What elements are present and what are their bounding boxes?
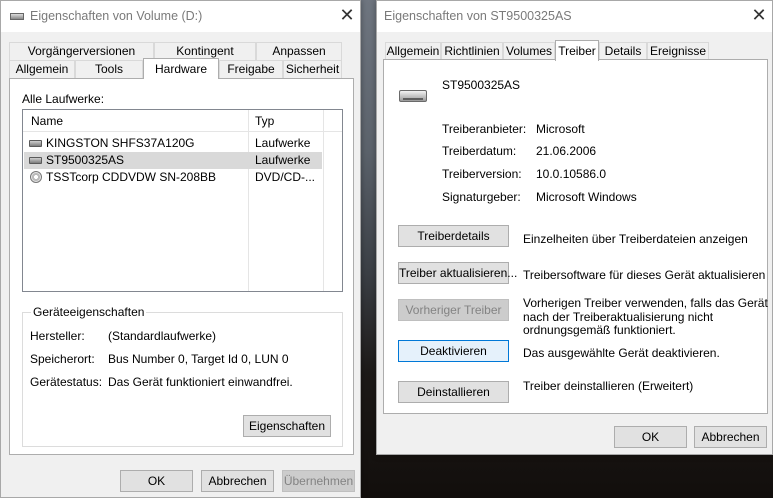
manufacturer-label: Hersteller: (30, 329, 85, 343)
drive-row-tsstcorp[interactable]: TSSTcorp CDDVDW SN-208BB DVD/CD-... (24, 169, 322, 186)
ok-button[interactable]: OK (120, 470, 193, 492)
apply-button[interactable]: Übernehmen (282, 470, 355, 492)
drive-type: Laufwerke (255, 153, 311, 167)
update-driver-desc: Treibersoftware für dieses Gerät aktuali… (523, 268, 766, 282)
column-name[interactable]: Name (25, 110, 63, 132)
close-icon[interactable]: ✕ (336, 5, 358, 27)
driver-provider-value: Microsoft (536, 122, 585, 136)
location-label: Speicherort: (30, 352, 95, 366)
device-name: ST9500325AS (442, 78, 521, 92)
tab-driver[interactable]: Treiber (555, 40, 599, 61)
tab-details[interactable]: Details (599, 42, 647, 60)
device-properties-group: Geräteeigenschaften Hersteller: (Standar… (22, 305, 343, 447)
tab-volumes[interactable]: Volumes (503, 42, 555, 60)
title-bar[interactable]: Eigenschaften von Volume (D:) ✕ (1, 1, 360, 32)
signer-label: Signaturgeber: (442, 190, 521, 204)
column-type[interactable]: Typ (249, 110, 274, 132)
uninstall-driver-desc: Treiber deinstallieren (Erweitert) (523, 379, 694, 393)
location-value: Bus Number 0, Target Id 0, LUN 0 (108, 352, 289, 366)
tab-row-2: Allgemein Tools Hardware Freigabe Sicher… (9, 58, 342, 79)
tab-general[interactable]: Allgemein (385, 42, 441, 60)
driver-details-button[interactable]: Treiberdetails (398, 225, 509, 247)
drives-list[interactable]: Name Typ KINGSTON SHFS37A120G Laufwerke … (22, 109, 343, 292)
tab-row: Allgemein Richtlinien Volumes Treiber De… (385, 40, 770, 61)
drive-name: ST9500325AS (46, 153, 125, 167)
drive-name: TSSTcorp CDDVDW SN-208BB (46, 170, 217, 184)
disable-device-desc: Das ausgewählte Gerät deaktivieren. (523, 346, 720, 360)
title-bar[interactable]: Eigenschaften von ST9500325AS ✕ (377, 1, 772, 32)
roll-back-driver-button[interactable]: Vorheriger Treiber (398, 299, 509, 321)
close-icon[interactable]: ✕ (748, 5, 770, 27)
drive-name: KINGSTON SHFS37A120G (46, 136, 195, 150)
properties-button[interactable]: Eigenschaften (243, 415, 331, 437)
ok-button[interactable]: OK (614, 426, 687, 448)
hard-drive-icon (29, 157, 42, 164)
device-status-label: Gerätestatus: (30, 375, 103, 389)
tab-general[interactable]: Allgemein (9, 60, 75, 78)
group-title: Geräteeigenschaften (31, 305, 147, 319)
driver-details-desc: Einzelheiten über Treiberdateien anzeige… (523, 232, 748, 246)
tab-policies[interactable]: Richtlinien (441, 42, 503, 60)
manufacturer-value: (Standardlaufwerke) (108, 329, 217, 343)
driver-date-label: Treiberdatum: (442, 144, 517, 158)
all-drives-label: Alle Laufwerke: (22, 92, 105, 106)
window-title: Eigenschaften von ST9500325AS (384, 9, 572, 23)
signer-value: Microsoft Windows (536, 190, 637, 204)
device-properties-window: Eigenschaften von ST9500325AS ✕ Allgemei… (376, 0, 773, 455)
driver-version-label: Treiberversion: (442, 167, 522, 181)
column-divider (323, 110, 324, 291)
tab-tools[interactable]: Tools (75, 60, 143, 78)
tab-security[interactable]: Sicherheit (283, 60, 342, 78)
cd-drive-icon (30, 171, 42, 183)
cancel-button[interactable]: Abbrechen (201, 470, 274, 492)
tab-events[interactable]: Ereignisse (647, 42, 709, 60)
drive-title-icon (10, 13, 24, 20)
uninstall-driver-button[interactable]: Deinstallieren (398, 381, 509, 403)
drive-type: DVD/CD-... (255, 170, 315, 184)
roll-back-desc-line: ordnungsgemäß funktioniert. (523, 323, 676, 337)
tab-sharing[interactable]: Freigabe (219, 60, 283, 78)
roll-back-desc-line: Vorherigen Treiber verwenden, falls das … (523, 296, 768, 310)
hard-drive-icon (399, 90, 427, 102)
driver-provider-label: Treiberanbieter: (442, 122, 527, 136)
update-driver-button[interactable]: Treiber aktualisieren... (398, 262, 517, 284)
tab-previous-versions[interactable]: Vorgängerversionen (9, 42, 154, 60)
drive-row-kingston[interactable]: KINGSTON SHFS37A120G Laufwerke (24, 135, 322, 152)
list-header: Name Typ (23, 110, 342, 132)
tab-customize[interactable]: Anpassen (256, 42, 342, 60)
hard-drive-icon (29, 140, 42, 147)
roll-back-desc-line: nach der Treiberaktualisierung nicht (523, 310, 714, 324)
device-status-value: Das Gerät funktioniert einwandfrei. (108, 375, 293, 389)
driver-version-value: 10.0.10586.0 (536, 167, 607, 181)
driver-tab-panel: ST9500325AS Treiberanbieter: Microsoft T… (383, 59, 768, 414)
cancel-button[interactable]: Abbrechen (694, 426, 767, 448)
drive-row-st9500325as[interactable]: ST9500325AS Laufwerke (24, 152, 322, 169)
window-title: Eigenschaften von Volume (D:) (30, 9, 203, 23)
volume-properties-window: Eigenschaften von Volume (D:) ✕ Vorgänge… (0, 0, 361, 498)
tab-hardware[interactable]: Hardware (143, 58, 219, 79)
disable-device-button[interactable]: Deaktivieren (398, 340, 509, 362)
hardware-tab-panel: Alle Laufwerke: Name Typ KINGSTON SHFS37… (9, 78, 354, 455)
driver-date-value: 21.06.2006 (536, 144, 597, 158)
drive-type: Laufwerke (255, 136, 311, 150)
